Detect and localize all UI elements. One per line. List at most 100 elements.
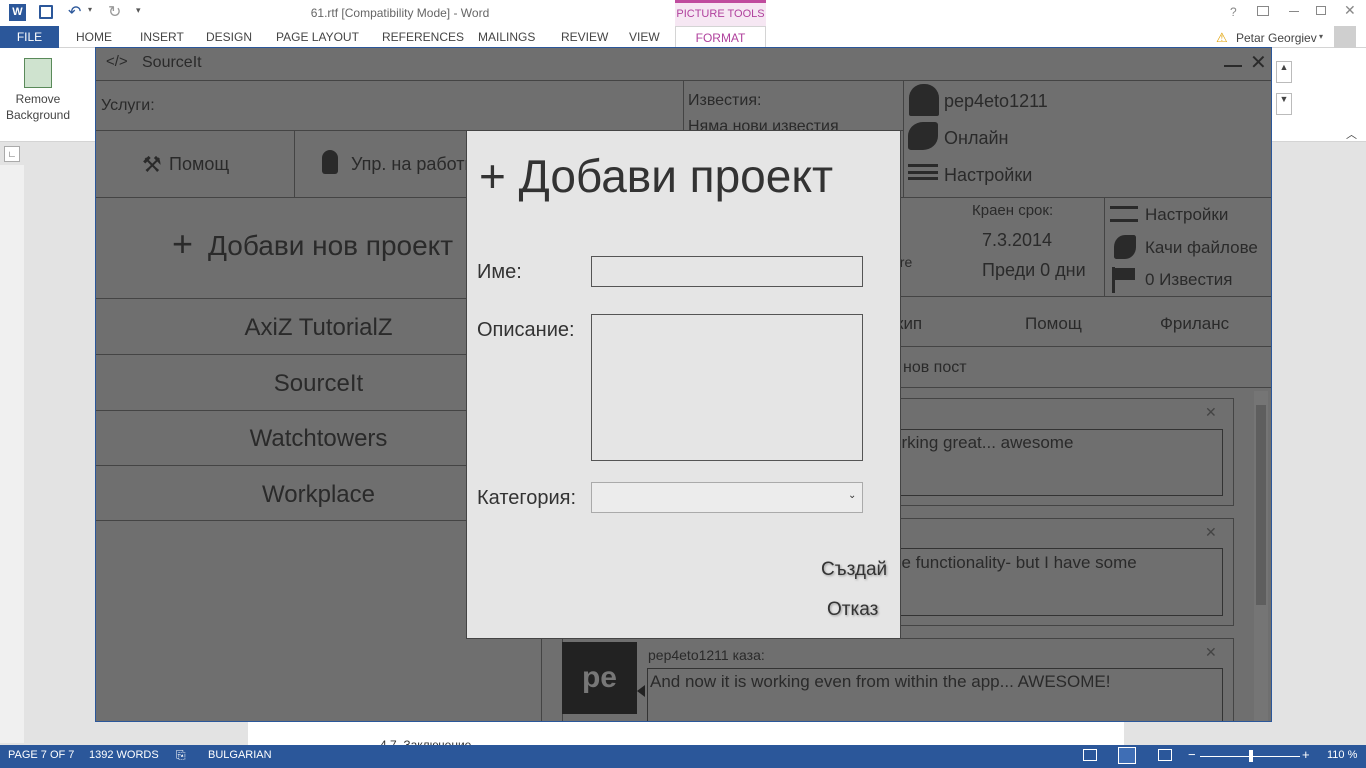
add-project-plus-icon[interactable]: + [172,226,193,262]
window-title: 61.rtf [Compatibility Mode] - Word [310,6,490,20]
read-mode-icon[interactable] [1083,749,1097,761]
tab-review[interactable]: REVIEW [561,26,608,48]
add-new-project-button[interactable]: Добави нов проект [208,230,453,262]
bulb-icon [322,150,338,174]
picture-tools-label: PICTURE TOOLS [675,0,766,26]
description-field[interactable] [591,314,863,461]
create-button[interactable]: Създай [821,559,887,581]
restore-icon[interactable] [1316,6,1326,15]
name-label: Име: [477,261,522,283]
collapse-ribbon-icon[interactable]: ︿ [1346,126,1357,142]
page-count[interactable]: PAGE 7 OF 7 [8,749,74,761]
help-icon[interactable]: ? [1230,5,1237,19]
tab-mailings[interactable]: MAILINGS [478,26,535,48]
deadline-label: Краен срок: [972,202,1054,219]
minimize-icon[interactable] [1289,11,1299,12]
proofing-icon[interactable]: ⎘ [176,748,186,763]
online-status[interactable]: Онлайн [944,128,1008,149]
tab-view[interactable]: VIEW [629,26,660,48]
post-delete-icon[interactable]: ✕ [1205,644,1217,661]
status-leaf-icon [908,122,938,150]
nav-freelance[interactable]: Фриланс [1160,314,1229,334]
scroll-down-arrow-icon[interactable]: ▼ [1276,93,1292,115]
side-settings-link[interactable]: Настройки [1145,205,1228,225]
zoom-in-icon[interactable]: + [1302,747,1310,762]
document-heading: 4.7. Заключение [380,738,472,745]
redo-icon[interactable]: ↻ [108,2,121,22]
upload-icon [1114,235,1136,259]
dialog-title: + Добави проект [479,150,834,202]
flag-icon-cloth [1115,268,1135,280]
divider [96,80,1271,81]
profile-username[interactable]: pep4eto1211 [944,91,1048,112]
feed-scrollbar-thumb[interactable] [1256,405,1266,605]
undo-dropdown-icon[interactable]: ▾ [88,5,92,14]
tab-selector-icon[interactable]: ∟ [4,146,20,162]
tab-home[interactable]: HOME [76,26,112,48]
nav-help[interactable]: Помощ [1025,314,1082,334]
post-text: And now it is working even from within t… [650,672,1111,691]
scroll-up-arrow-icon[interactable]: ▲ [1276,61,1292,83]
deadline-date: 7.3.2014 [982,230,1053,250]
save-icon[interactable] [39,5,53,19]
vertical-ruler [0,165,24,743]
customize-qat-icon[interactable]: ▾ [136,5,141,16]
chevron-down-icon: ⌄ [848,490,857,501]
app-close-icon[interactable]: ✕ [1250,50,1267,75]
side-menu-icon [1110,206,1138,222]
close-icon[interactable]: ✕ [1344,2,1356,19]
help-button[interactable]: Помощ [169,154,229,175]
user-name[interactable]: Petar Georgiev [1236,31,1317,45]
divider [903,81,904,198]
divider [294,131,295,198]
deadline-remaining: Преди 0 дни [982,260,1086,280]
notifications-label: Известия: [688,92,762,109]
app-minimize-icon[interactable] [1224,65,1242,67]
zoom-level[interactable]: 110 % [1327,749,1357,761]
category-label: Категория: [477,487,577,509]
code-icon: </> [106,53,128,70]
settings-link[interactable]: Настройки [944,165,1032,186]
tab-references[interactable]: REFERENCES [382,26,464,48]
user-dropdown-icon[interactable]: ▾ [1319,32,1323,41]
tab-file[interactable]: FILE [0,26,59,48]
ribbon-display-icon[interactable] [1257,6,1269,16]
app-title: SourceIt [142,54,202,71]
services-label: Услуги: [101,97,155,114]
post-delete-icon[interactable]: ✕ [1205,404,1217,421]
tab-format[interactable]: FORMAT [675,26,766,48]
zoom-out-icon[interactable]: − [1188,747,1196,762]
cancel-button[interactable]: Отказ [827,599,878,621]
post-text: orking great... awesome [892,433,1074,452]
undo-icon[interactable]: ↶ [68,2,81,22]
word-logo-icon[interactable]: W [9,4,26,21]
print-layout-icon[interactable] [1118,747,1136,764]
user-avatar-icon [909,84,939,116]
manage-work-button[interactable]: Упр. на работи [351,154,475,175]
tab-design[interactable]: DESIGN [206,26,252,48]
hammer-icon: ⚒ [142,152,162,177]
language[interactable]: BULGARIAN [208,749,272,761]
tab-insert[interactable]: INSERT [140,26,184,48]
web-layout-icon[interactable] [1158,749,1172,761]
add-project-dialog: + Добави проект Име: Описание: Категория… [466,130,901,639]
upload-files-link[interactable]: Качи файлове [1145,238,1258,258]
description-label: Описание: [477,319,575,341]
post-avatar: pe [562,642,637,714]
notifications-count[interactable]: 0 Известия [1145,270,1232,290]
avatar[interactable] [1334,26,1356,48]
post-text: he functionality- but I have some [892,553,1137,572]
divider [1104,198,1105,296]
name-field[interactable] [591,256,863,287]
word-count[interactable]: 1392 WORDS [89,749,159,761]
warning-icon: ⚠ [1216,30,1228,45]
tab-page-layout[interactable]: PAGE LAYOUT [276,26,359,48]
category-select[interactable]: ⌄ [591,482,863,513]
zoom-slider-thumb[interactable] [1249,750,1253,762]
post-pointer-icon [637,685,645,697]
new-post-button[interactable]: нов пост [903,359,967,377]
post-delete-icon[interactable]: ✕ [1205,524,1217,541]
status-bar: PAGE 7 OF 7 1392 WORDS ⎘ BULGARIAN − + 1… [0,745,1366,768]
remove-background-icon [24,58,52,88]
remove-background-button[interactable]: Remove Background [4,91,72,123]
